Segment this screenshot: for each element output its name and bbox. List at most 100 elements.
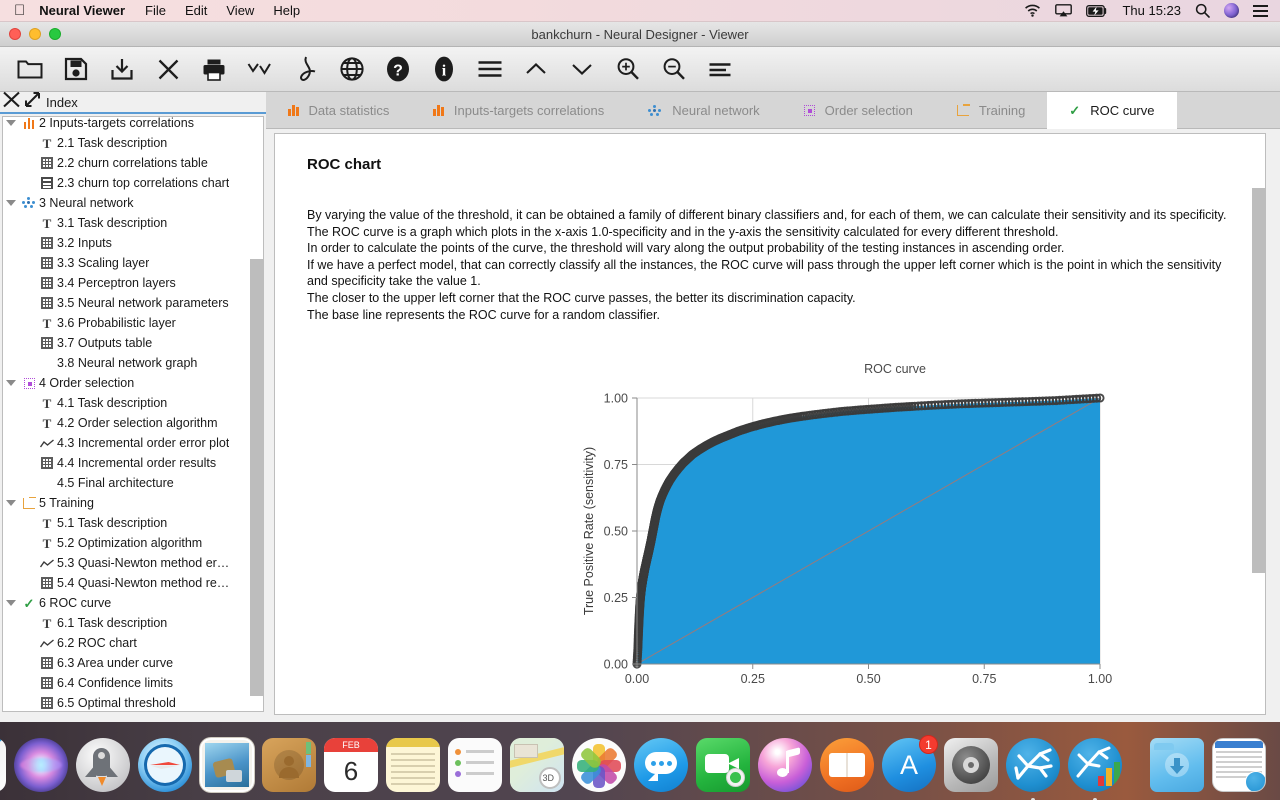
dock-item-trash[interactable]: [1274, 738, 1280, 796]
sidebar-item-4-4-incremental-order-results[interactable]: 4.4 Incremental order results: [3, 453, 263, 473]
info-icon[interactable]: i: [422, 49, 466, 89]
tab-inputs-targets-correlations[interactable]: Inputs-targets correlations: [411, 92, 626, 129]
menu-clock[interactable]: Thu 15:23: [1122, 3, 1181, 18]
sidebar-item-6-2-roc-chart[interactable]: 6.2 ROC chart: [3, 633, 263, 653]
close-icon[interactable]: [146, 49, 190, 89]
sidebar-item-6-roc-curve[interactable]: ✓ 6 ROC curve: [3, 593, 263, 613]
sidebar-item-3-2-inputs[interactable]: 3.2 Inputs: [3, 233, 263, 253]
sidebar-item-6-4-confidence-limits[interactable]: 6.4 Confidence limits: [3, 673, 263, 693]
tab-bar[interactable]: Data statistics Inputs-targets correlatio…: [266, 92, 1280, 129]
sidebar-item-4-1-task-description[interactable]: T 4.1 Task description: [3, 393, 263, 413]
index-tree[interactable]: 2 Inputs-targets correlations T 2.1 Task d…: [2, 116, 264, 712]
sidebar-item-6-5-optimal-threshold[interactable]: 6.5 Optimal threshold: [3, 693, 263, 711]
chevron-down-icon[interactable]: [560, 49, 604, 89]
sidebar-item-5-training[interactable]: 5 Training: [3, 493, 263, 513]
dock-item-neural-viewer[interactable]: [1068, 738, 1122, 800]
menu-item-view[interactable]: View: [226, 3, 254, 18]
sidebar-item-4-2-order-selection-algorithm[interactable]: T 4.2 Order selection algorithm: [3, 413, 263, 433]
sidebar-item-2-3-churn-top-correlations-chart[interactable]: 2.3 churn top correlations chart: [3, 173, 263, 193]
open-icon[interactable]: [8, 49, 52, 89]
sidebar-item-5-2-optimization-algorithm[interactable]: T 5.2 Optimization algorithm: [3, 533, 263, 553]
help-icon[interactable]: ?: [376, 49, 420, 89]
sidebar-item-4-5-final-architecture[interactable]: 4.5 Final architecture: [3, 473, 263, 493]
tab-neural-network[interactable]: Neural network: [626, 92, 781, 129]
dock-item-safari[interactable]: [138, 738, 192, 796]
dock-item-launchpad[interactable]: [76, 738, 130, 796]
sidebar-item-5-3-quasi-newton-method-er[interactable]: 5.3 Quasi-Newton method er…: [3, 553, 263, 573]
dock-item-notes[interactable]: [386, 738, 440, 796]
disclosure-triangle[interactable]: [3, 200, 19, 206]
import-icon[interactable]: [100, 49, 144, 89]
chevron-down-icon[interactable]: [6, 600, 16, 606]
sidebar-item-3-7-outputs-table[interactable]: 3.7 Outputs table: [3, 333, 263, 353]
fit-icon[interactable]: [698, 49, 742, 89]
dock-item-itunes[interactable]: [758, 738, 812, 796]
dock-item-photos[interactable]: [572, 738, 626, 796]
airplay-icon[interactable]: [1055, 4, 1073, 17]
sidebar-item-3-6-probabilistic-layer[interactable]: T 3.6 Probabilistic layer: [3, 313, 263, 333]
sidebar-item-2-1-task-description[interactable]: T 2.1 Task description: [3, 133, 263, 153]
chevron-down-icon[interactable]: [6, 500, 16, 506]
battery-charging-icon[interactable]: [1086, 4, 1108, 17]
print-icon[interactable]: [192, 49, 236, 89]
dock-item-calendar[interactable]: FEB 6: [324, 738, 378, 796]
dock-item-document-stack[interactable]: [1212, 738, 1266, 796]
dock-item-contacts[interactable]: [262, 738, 316, 796]
dock-item-reminders[interactable]: [448, 738, 502, 796]
globe-icon[interactable]: [330, 49, 374, 89]
disclosure-triangle[interactable]: [3, 380, 19, 386]
save-icon[interactable]: [54, 49, 98, 89]
zoom-in-icon[interactable]: [606, 49, 650, 89]
dock-item-downloads-folder[interactable]: [1150, 738, 1204, 796]
menu-item-edit[interactable]: Edit: [185, 3, 207, 18]
dock-item-maps[interactable]: 3D: [510, 738, 564, 796]
sidebar-item-3-3-scaling-layer[interactable]: 3.3 Scaling layer: [3, 253, 263, 273]
document-scrollbar[interactable]: [1252, 134, 1265, 714]
sidebar-item-5-4-quasi-newton-method-re[interactable]: 5.4 Quasi-Newton method re…: [3, 573, 263, 593]
chevron-down-icon[interactable]: [6, 120, 16, 126]
menu-icon[interactable]: [468, 49, 512, 89]
sidebar-scrollbar-thumb[interactable]: [250, 259, 263, 696]
dock-item-messages[interactable]: [634, 738, 688, 796]
menu-item-help[interactable]: Help: [273, 3, 300, 18]
sidebar-item-5-1-task-description[interactable]: T 5.1 Task description: [3, 513, 263, 533]
apple-icon[interactable]: : [14, 3, 25, 18]
chart-icon[interactable]: [238, 49, 282, 89]
sidebar-item-4-3-incremental-order-error-plot[interactable]: 4.3 Incremental order error plot: [3, 433, 263, 453]
sidebar-item-3-8-neural-network-graph[interactable]: 3.8 Neural network graph: [3, 353, 263, 373]
menu-app-name[interactable]: Neural Viewer: [39, 3, 125, 18]
siri-icon[interactable]: [1224, 3, 1239, 18]
tab-data-statistics[interactable]: Data statistics: [266, 92, 411, 129]
dock-item-mail[interactable]: [200, 738, 254, 796]
pdf-icon[interactable]: [284, 49, 328, 89]
chevron-up-icon[interactable]: [514, 49, 558, 89]
disclosure-triangle[interactable]: [3, 120, 19, 126]
tab-roc-curve[interactable]: ✓ ROC curve: [1047, 92, 1177, 129]
sidebar-item-4-order-selection[interactable]: 4 Order selection: [3, 373, 263, 393]
sidebar-item-3-5-neural-network-parameters[interactable]: 3.5 Neural network parameters: [3, 293, 263, 313]
dock-item-facetime[interactable]: [696, 738, 750, 796]
chevron-down-icon[interactable]: [6, 200, 16, 206]
sidebar-item-3-1-task-description[interactable]: T 3.1 Task description: [3, 213, 263, 233]
dock-item-ibooks[interactable]: [820, 738, 874, 796]
chevron-down-icon[interactable]: [6, 380, 16, 386]
sidebar-item-6-1-task-description[interactable]: T 6.1 Task description: [3, 613, 263, 633]
tab-training[interactable]: Training: [935, 92, 1047, 129]
wifi-icon[interactable]: [1024, 4, 1041, 17]
dock-item-neural-designer[interactable]: [1006, 738, 1060, 800]
sidebar-item-2-2-churn-correlations-table[interactable]: 2.2 churn correlations table: [3, 153, 263, 173]
sidebar-item-3-neural-network[interactable]: 3 Neural network: [3, 193, 263, 213]
disclosure-triangle[interactable]: [3, 500, 19, 506]
dock-item-finder[interactable]: [0, 738, 6, 796]
disclosure-triangle[interactable]: [3, 600, 19, 606]
notification-center-icon[interactable]: [1253, 4, 1268, 17]
dock-item-system-preferences[interactable]: [944, 738, 998, 796]
zoom-out-icon[interactable]: [652, 49, 696, 89]
sidebar-item-6-3-area-under-curve[interactable]: 6.3 Area under curve: [3, 653, 263, 673]
undock-icon[interactable]: [23, 90, 42, 114]
spotlight-search-icon[interactable]: [1195, 3, 1210, 18]
menu-item-file[interactable]: File: [145, 3, 166, 18]
dock-item-app-store[interactable]: A1: [882, 735, 938, 796]
sidebar-item-2-inputs-targets-correlations[interactable]: 2 Inputs-targets correlations: [3, 117, 263, 133]
document-scrollbar-thumb[interactable]: [1252, 188, 1265, 573]
